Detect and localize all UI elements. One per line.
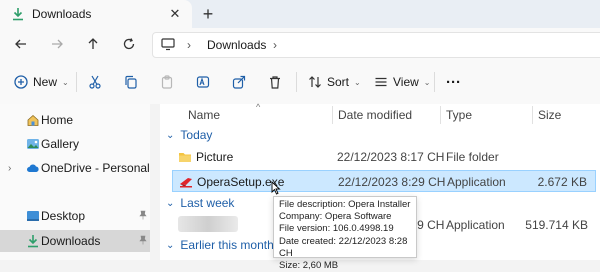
paste-button[interactable] bbox=[160, 72, 174, 92]
gallery-icon bbox=[26, 137, 40, 151]
breadcrumb-separator[interactable]: › bbox=[187, 38, 191, 52]
tooltip-date-created: Date created: 22/12/2023 8:28 CH bbox=[279, 235, 408, 259]
chevron-right-icon[interactable]: › bbox=[8, 163, 11, 174]
group-header-today[interactable]: ⌄ Today bbox=[166, 126, 212, 144]
forward-button[interactable] bbox=[46, 34, 68, 54]
pin-icon[interactable] bbox=[138, 210, 148, 223]
close-tab-icon[interactable]: ✕ bbox=[166, 5, 184, 23]
divider bbox=[434, 72, 435, 92]
rename-button[interactable] bbox=[196, 72, 210, 92]
navigation-pane: Home Gallery › OneDrive - Personal Deskt… bbox=[0, 104, 150, 260]
chevron-down-icon: ⌄ bbox=[166, 239, 175, 251]
share-button[interactable] bbox=[232, 72, 246, 92]
chevron-down-icon: ⌄ bbox=[62, 77, 69, 87]
group-header-last-week[interactable]: ⌄ Last week bbox=[166, 194, 234, 212]
sidebar-scrollbar[interactable] bbox=[150, 104, 160, 260]
arrow-right-icon bbox=[52, 39, 63, 49]
column-header-type[interactable]: Type bbox=[446, 108, 472, 122]
monitor-icon bbox=[161, 37, 175, 54]
plus-circle-icon bbox=[14, 75, 28, 89]
column-divider[interactable] bbox=[532, 106, 533, 124]
group-header-earlier-this-month[interactable]: ⌄ Earlier this month bbox=[166, 236, 274, 254]
breadcrumb[interactable]: Downloads bbox=[207, 38, 266, 52]
tab-downloads[interactable]: Downloads ✕ bbox=[0, 0, 192, 28]
opera-icon bbox=[179, 175, 193, 189]
more-options-button[interactable]: ··· bbox=[446, 72, 461, 92]
desktop-icon bbox=[26, 209, 40, 223]
divider bbox=[76, 72, 77, 92]
copy-icon bbox=[125, 75, 137, 89]
sidebar-item-gallery[interactable]: Gallery bbox=[0, 133, 150, 155]
title-bar: Downloads ✕ + bbox=[0, 0, 600, 28]
column-header-name[interactable]: Name bbox=[188, 108, 220, 122]
new-button[interactable]: New ⌄ bbox=[14, 72, 69, 92]
column-header-date[interactable]: Date modified bbox=[338, 108, 412, 122]
sidebar-item-desktop[interactable]: Desktop bbox=[0, 205, 150, 227]
view-button[interactable]: View ⌄ bbox=[374, 72, 431, 92]
breadcrumb-separator[interactable]: › bbox=[273, 38, 277, 52]
arrow-up-icon bbox=[88, 38, 98, 49]
table-row[interactable]: Picture 22/12/2023 8:17 CH File folder bbox=[172, 146, 596, 168]
arrow-left-icon bbox=[15, 39, 26, 49]
navigation-bar: › Downloads › bbox=[0, 28, 600, 60]
tooltip-company: Company: Opera Software bbox=[279, 211, 392, 223]
chevron-down-icon: ⌄ bbox=[423, 77, 431, 87]
rename-icon bbox=[196, 76, 210, 88]
tooltip-description: File description: Opera Installer bbox=[279, 199, 411, 210]
refresh-button[interactable] bbox=[118, 34, 140, 54]
tab-title: Downloads bbox=[32, 7, 92, 21]
download-icon bbox=[26, 234, 40, 248]
table-row-selected[interactable]: OperaSetup.exe 22/12/2023 8:29 CH Applic… bbox=[172, 170, 596, 192]
sidebar-item-onedrive[interactable]: › OneDrive - Personal bbox=[0, 157, 150, 179]
chevron-down-icon: ⌄ bbox=[166, 129, 175, 141]
delete-button[interactable] bbox=[268, 72, 282, 92]
sort-button[interactable]: Sort ⌄ bbox=[308, 72, 361, 92]
column-divider[interactable] bbox=[332, 106, 333, 124]
home-icon bbox=[26, 113, 40, 127]
cut-button[interactable] bbox=[88, 72, 102, 92]
refresh-icon bbox=[123, 38, 135, 50]
blurred-file-name bbox=[178, 216, 238, 232]
divider bbox=[296, 72, 297, 92]
command-bar: New ⌄ Sort ⌄ View ⌄ ··· bbox=[0, 60, 600, 105]
cloud-icon bbox=[26, 161, 40, 175]
mouse-cursor-icon bbox=[271, 180, 281, 198]
tooltip-version: File version: 106.0.4998.19 bbox=[279, 223, 394, 235]
back-button[interactable] bbox=[10, 34, 32, 54]
download-icon bbox=[10, 6, 26, 22]
chevron-down-icon: ⌄ bbox=[166, 197, 175, 209]
clipboard-icon bbox=[161, 75, 173, 89]
file-info-tooltip: File description: Opera Installer Compan… bbox=[273, 196, 417, 271]
pin-icon[interactable] bbox=[138, 235, 148, 248]
up-button[interactable] bbox=[82, 34, 104, 54]
new-tab-button[interactable]: + bbox=[198, 4, 218, 24]
column-header-size[interactable]: Size bbox=[538, 108, 561, 122]
address-bar[interactable]: › Downloads › bbox=[152, 32, 600, 58]
sidebar-item-downloads[interactable]: Downloads bbox=[0, 230, 150, 252]
sort-indicator-icon: ^ bbox=[256, 102, 261, 112]
copy-button[interactable] bbox=[124, 72, 138, 92]
scissors-icon bbox=[89, 75, 101, 89]
chevron-down-icon: ⌄ bbox=[354, 77, 361, 87]
tooltip-size: Size: 2,60 MB bbox=[279, 260, 339, 272]
sort-icon bbox=[309, 76, 321, 88]
list-view-icon bbox=[375, 77, 387, 87]
trash-icon bbox=[270, 76, 280, 89]
column-divider[interactable] bbox=[440, 106, 441, 124]
folder-icon bbox=[178, 150, 192, 164]
sidebar-item-home[interactable]: Home bbox=[0, 109, 150, 131]
share-icon bbox=[232, 75, 246, 89]
